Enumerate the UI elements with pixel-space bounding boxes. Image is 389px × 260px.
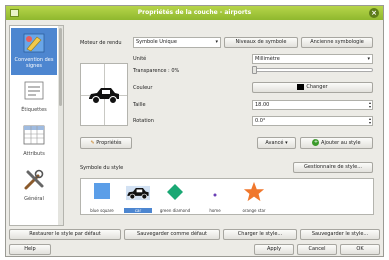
add-to-style-button[interactable]: + Ajouter au style bbox=[300, 137, 373, 149]
apply-button[interactable]: Apply bbox=[254, 244, 294, 255]
old-symbology-button[interactable]: Ancienne symbologie bbox=[301, 37, 373, 48]
style-manager-button[interactable]: Gestionnaire de style... bbox=[293, 162, 373, 173]
ok-button[interactable]: OK bbox=[340, 244, 380, 255]
gallery-item-label: blue square bbox=[90, 208, 114, 213]
sidebar-item-general[interactable]: Général bbox=[11, 166, 57, 206]
transparency-slider-handle[interactable] bbox=[252, 66, 257, 74]
properties-label: Propriétés bbox=[96, 140, 122, 146]
gallery-item-label: car bbox=[124, 208, 152, 213]
unit-label: Unité bbox=[133, 56, 147, 62]
color-label: Couleur bbox=[133, 85, 153, 91]
pencil-icon: ✎ bbox=[90, 140, 95, 146]
color-swatch bbox=[297, 83, 305, 90]
add-to-style-label: Ajouter au style bbox=[321, 140, 361, 146]
style-brush-icon bbox=[23, 33, 45, 53]
sidebar-item-labels[interactable]: Étiquettes bbox=[11, 78, 57, 118]
gallery-item-green-diamond[interactable]: green diamond bbox=[154, 181, 196, 213]
chevron-down-icon: ▾ bbox=[215, 39, 218, 45]
window-title: Propriétés de la couche - airports bbox=[137, 9, 252, 16]
transparency-label: Transparence : 0% bbox=[133, 68, 180, 74]
orange-star-icon bbox=[243, 181, 265, 202]
gallery-item-home[interactable]: home bbox=[200, 181, 230, 213]
rotation-spinbox[interactable]: 0.0° ▴ ▾ bbox=[252, 116, 373, 126]
attribute-table-icon bbox=[23, 125, 45, 145]
cancel-button[interactable]: Cancel bbox=[297, 244, 337, 255]
renderer-value: Symbole Unique bbox=[136, 39, 177, 45]
window-titlebar: Propriétés de la couche - airports × bbox=[6, 6, 383, 20]
add-icon: + bbox=[312, 139, 320, 146]
save-style-button[interactable]: Sauvegarder le style... bbox=[300, 229, 380, 240]
properties-button[interactable]: ✎ Propriétés bbox=[80, 137, 132, 149]
gallery-item-label: orange star bbox=[242, 208, 266, 213]
rotation-label: Rotation bbox=[133, 118, 154, 124]
load-style-button[interactable]: Charger le style... bbox=[223, 229, 297, 240]
style-symbol-gallery: blue square car green diamond home orang… bbox=[80, 178, 374, 215]
help-button[interactable]: Help bbox=[9, 244, 51, 255]
sidebar-item-label: Général bbox=[24, 196, 44, 202]
close-icon[interactable]: × bbox=[369, 8, 379, 18]
change-color-label: Changer bbox=[306, 84, 328, 90]
sidebar-item-label: Attributs bbox=[23, 151, 45, 157]
gallery-item-car[interactable]: car bbox=[124, 181, 152, 213]
tools-icon bbox=[24, 169, 44, 190]
sidebar-item-label: Convention des signes bbox=[14, 57, 54, 69]
labels-icon bbox=[24, 81, 44, 100]
green-diamond-icon bbox=[167, 184, 183, 200]
blue-square-icon bbox=[94, 183, 110, 199]
chevron-down-icon: ▾ bbox=[285, 140, 288, 146]
car-icon bbox=[89, 88, 119, 104]
unit-select[interactable]: Millimètre ▾ bbox=[252, 54, 373, 64]
save-as-default-button[interactable]: Sauvegarder comme défaut bbox=[124, 229, 220, 240]
size-spinbox[interactable]: 18.00 ▴ ▾ bbox=[252, 100, 373, 110]
advanced-button[interactable]: Avancé ▾ bbox=[257, 137, 296, 149]
symbol-levels-button[interactable]: Niveaux de symbole bbox=[224, 37, 298, 48]
sidebar-item-style[interactable]: Convention des signes bbox=[11, 28, 57, 75]
symbol-preview bbox=[80, 63, 128, 126]
spin-arrows-icon[interactable]: ▴ ▾ bbox=[369, 101, 371, 109]
gallery-item-blue-square[interactable]: blue square bbox=[83, 181, 121, 213]
size-label: Taille bbox=[133, 102, 146, 108]
restore-default-style-button[interactable]: Restaurer le style par défaut bbox=[9, 229, 121, 240]
unit-value: Millimètre bbox=[255, 56, 280, 62]
home-icon bbox=[213, 193, 217, 197]
change-color-button[interactable]: Changer bbox=[252, 82, 373, 93]
sidebar-scroll-thumb[interactable] bbox=[59, 28, 62, 106]
spin-arrows-icon[interactable]: ▴ ▾ bbox=[369, 117, 371, 125]
gallery-item-label: green diamond bbox=[159, 208, 191, 213]
car-icon bbox=[126, 185, 150, 201]
rotation-value: 0.0° bbox=[255, 118, 266, 124]
gallery-item-label: home bbox=[209, 208, 221, 213]
renderer-select[interactable]: Symbole Unique ▾ bbox=[133, 37, 221, 48]
sidebar-scrollbar[interactable] bbox=[58, 26, 63, 225]
size-value: 18.00 bbox=[255, 102, 270, 108]
advanced-label: Avancé bbox=[265, 140, 284, 146]
sidebar-item-label: Étiquettes bbox=[21, 107, 47, 113]
gallery-item-orange-star[interactable]: orange star bbox=[234, 181, 274, 213]
chevron-down-icon: ▾ bbox=[367, 56, 370, 62]
renderer-label: Moteur de rendu bbox=[80, 40, 122, 46]
sidebar: Convention des signes Étiquettes Attribu… bbox=[9, 25, 64, 226]
sidebar-item-attributes[interactable]: Attributs bbox=[11, 122, 57, 162]
window-icon bbox=[10, 9, 19, 17]
transparency-slider[interactable] bbox=[253, 68, 373, 72]
style-symbol-label: Symbole du style bbox=[80, 165, 124, 171]
